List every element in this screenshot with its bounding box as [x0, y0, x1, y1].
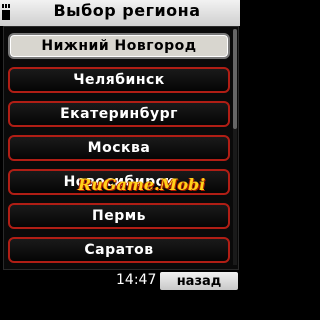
region-item[interactable]: Новосибирск [8, 169, 230, 195]
region-list[interactable]: Нижний Новгород Челябинск Екатеринбург М… [3, 26, 239, 270]
region-item[interactable]: Пермь [8, 203, 230, 229]
page-title: Выбор региона [53, 1, 201, 20]
header-bar: Выбор региона [0, 0, 240, 26]
back-button[interactable]: назад [160, 272, 238, 290]
signal-icon [2, 4, 10, 20]
region-item[interactable]: Саратов [8, 237, 230, 263]
region-item[interactable]: Екатеринбург [8, 101, 230, 127]
scrollbar[interactable] [233, 29, 237, 265]
clock: 14:47 [116, 272, 157, 288]
region-item[interactable]: Нижний Новгород [8, 33, 230, 59]
bottom-bar: 14:47 назад [0, 272, 240, 320]
region-item[interactable]: Москва [8, 135, 230, 161]
region-item[interactable]: Челябинск [8, 67, 230, 93]
scrollbar-thumb[interactable] [233, 29, 237, 129]
